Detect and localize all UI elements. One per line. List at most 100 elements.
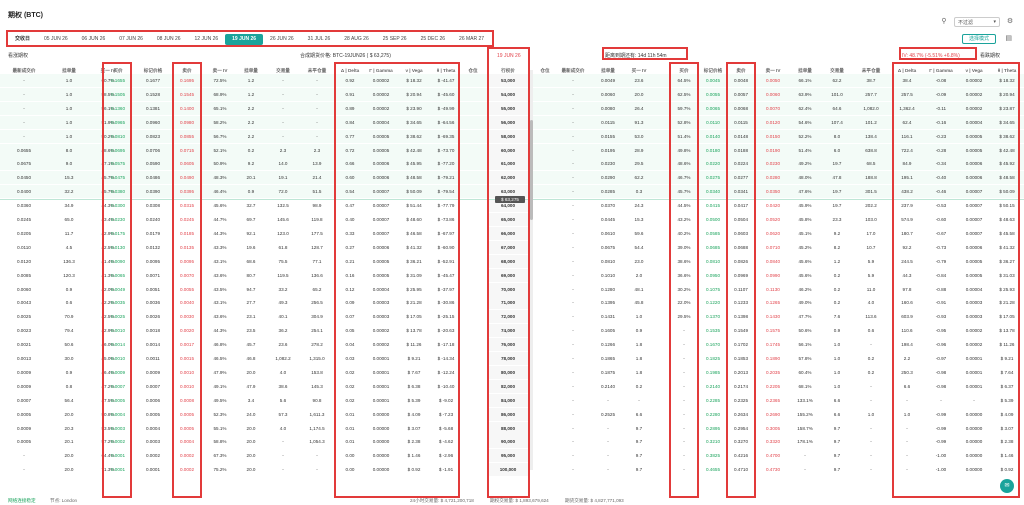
put-cell[interactable]: 0.2895 <box>700 422 726 435</box>
table-row[interactable]: -1.0 50.2% 0.0810 0.0823 0.0855 56.7% 2.2- -0.7… <box>0 129 1024 143</box>
table-row[interactable]: 0.0120 136.3 41.4% 0.0090 0.0095 0.0095 43.1% 6… <box>0 254 1024 268</box>
put-cell[interactable]: 0.0685 <box>700 241 726 254</box>
put-cell[interactable]: 0.0810 <box>700 255 726 268</box>
call-cell[interactable]: 0.0575 <box>100 157 136 170</box>
call-cell[interactable]: 0.0300 <box>100 199 136 212</box>
put-cell[interactable]: 0.2690 <box>758 408 788 421</box>
put-cell[interactable]: 0.0710 <box>758 241 788 254</box>
put-cell[interactable]: 0.1745 <box>758 338 788 351</box>
call-cell[interactable]: 0.0065 <box>100 269 136 282</box>
call-cell[interactable]: 0.0810 <box>100 130 136 143</box>
table-row[interactable]: 0.0007 56.4 47.5% 0.0005 0.0006 0.0008 49.5% 3.… <box>0 393 1024 407</box>
date-tab-6[interactable]: 19 JUN 26 <box>225 33 264 45</box>
put-cell[interactable]: 0.1670 <box>700 338 726 351</box>
put-cell[interactable]: 0.0350 <box>758 185 788 198</box>
call-cell[interactable]: 0.0605 <box>170 157 204 170</box>
date-tab-5[interactable]: 12 JUN 26 <box>188 34 226 45</box>
call-cell[interactable]: 0.0049 <box>100 283 136 296</box>
put-cell[interactable]: 0.0950 <box>700 269 726 282</box>
call-cell[interactable]: 0.0010 <box>170 366 204 379</box>
call-cell[interactable]: 0.0002 <box>170 463 204 476</box>
table-row[interactable]: 0.0023 79.4 42.9% 0.0010 0.0018 0.0020 44.3% 23… <box>0 324 1024 338</box>
put-cell[interactable]: 0.0140 <box>700 130 726 143</box>
call-cell[interactable]: 0.0001 <box>100 463 136 476</box>
call-cell[interactable]: 0.0185 <box>170 227 204 240</box>
call-cell[interactable]: 0.0004 <box>100 408 136 421</box>
put-cell[interactable]: 0.1265 <box>758 296 788 309</box>
put-cell[interactable]: 0.0220 <box>700 157 726 170</box>
call-cell[interactable]: 0.0055 <box>170 283 204 296</box>
put-cell[interactable]: 0.2205 <box>758 380 788 393</box>
put-cell[interactable]: 0.0990 <box>758 269 788 282</box>
call-cell[interactable]: 0.0715 <box>170 144 204 157</box>
filter-select[interactable]: 不过滤 ▾ <box>954 17 1000 27</box>
call-cell[interactable]: 0.0395 <box>170 185 204 198</box>
call-cell[interactable]: 0.0007 <box>100 380 136 393</box>
call-cell[interactable]: 0.0002 <box>100 435 136 448</box>
call-cell[interactable]: 0.0380 <box>100 185 136 198</box>
put-cell[interactable]: 0.2285 <box>700 394 726 407</box>
put-cell[interactable]: 0.1825 <box>700 352 726 365</box>
call-cell[interactable]: 0.0010 <box>100 352 136 365</box>
call-cell[interactable]: 0.0245 <box>170 213 204 226</box>
put-cell[interactable]: 0.0840 <box>758 255 788 268</box>
table-row[interactable]: 0.0025 70.9 42.5% 0.0025 0.0026 0.0030 43.6% 23… <box>0 310 1024 324</box>
put-cell[interactable]: 0.0120 <box>758 116 788 129</box>
call-cell[interactable]: 0.0175 <box>100 227 136 240</box>
call-cell[interactable]: 0.0035 <box>100 296 136 309</box>
call-cell[interactable]: 0.0020 <box>170 324 204 337</box>
put-cell[interactable]: 0.2280 <box>700 408 726 421</box>
put-cell[interactable]: 0.1430 <box>758 310 788 323</box>
call-cell[interactable]: 0.0002 <box>170 449 204 462</box>
put-cell[interactable]: 0.3320 <box>758 435 788 448</box>
put-cell[interactable]: 0.0500 <box>700 213 726 226</box>
call-cell[interactable]: 0.0014 <box>100 338 136 351</box>
put-cell[interactable]: 0.1370 <box>700 310 726 323</box>
put-cell[interactable]: 0.1890 <box>758 352 788 365</box>
call-cell[interactable]: 0.0230 <box>100 213 136 226</box>
scrollbar-thumb[interactable] <box>530 120 533 220</box>
call-cell[interactable]: 0.0315 <box>170 199 204 212</box>
date-tab-9[interactable]: 28 AUG 26 <box>337 34 375 45</box>
put-cell[interactable]: 0.0070 <box>758 102 788 115</box>
call-cell[interactable]: 0.0090 <box>100 255 136 268</box>
call-cell[interactable]: 0.1695 <box>170 74 204 87</box>
put-cell[interactable]: 0.1535 <box>700 324 726 337</box>
layout-icon[interactable]: ▤ <box>1005 34 1012 42</box>
put-cell[interactable]: 0.0060 <box>758 88 788 101</box>
date-tab-10[interactable]: 25 SEP 26 <box>376 34 414 45</box>
call-cell[interactable]: 0.0475 <box>100 171 136 184</box>
table-row[interactable]: 0.0013 30.0 45.0% 0.0010 0.0011 0.0015 46.5% 46… <box>0 352 1024 365</box>
mode-select-button[interactable]: 选择模式 <box>961 34 996 44</box>
call-cell[interactable]: 0.0855 <box>170 130 204 143</box>
table-row[interactable]: -1.0 58.5% 0.1505 0.1528 0.1545 68.9% 1.2- -0.9… <box>0 87 1024 101</box>
table-row[interactable]: 0.0043 0.6 42.2% 0.0035 0.0036 0.0040 43.1% 27.… <box>0 296 1024 310</box>
call-cell[interactable]: 0.0030 <box>170 310 204 323</box>
date-tab-2[interactable]: 06 JUN 26 <box>75 34 113 45</box>
put-cell[interactable]: 0.1130 <box>758 283 788 296</box>
put-cell[interactable]: 0.0050 <box>758 74 788 87</box>
put-cell[interactable]: 0.0065 <box>700 102 726 115</box>
call-cell[interactable]: 0.0135 <box>170 241 204 254</box>
put-cell[interactable]: 0.0280 <box>758 171 788 184</box>
call-cell[interactable]: 0.1545 <box>170 88 204 101</box>
call-cell[interactable]: 0.0095 <box>170 255 204 268</box>
put-cell[interactable]: 0.3005 <box>758 422 788 435</box>
call-cell[interactable]: 0.0009 <box>100 366 136 379</box>
table-row[interactable]: -20.0 71.3% 0.0001 0.0001 0.0002 75.2% 20.0- -0… <box>0 463 1024 477</box>
call-cell[interactable]: 0.0017 <box>170 338 204 351</box>
put-cell[interactable]: 0.0230 <box>758 157 788 170</box>
call-cell[interactable]: 0.0695 <box>100 144 136 157</box>
put-cell[interactable]: 0.2140 <box>700 380 726 393</box>
put-cell[interactable]: 0.0110 <box>700 116 726 129</box>
call-cell[interactable]: 0.0005 <box>170 408 204 421</box>
put-cell[interactable]: 0.0275 <box>700 171 726 184</box>
table-row[interactable]: 0.0245 65.0 43.4% 0.0230 0.0240 0.0245 44.7% 69… <box>0 213 1024 226</box>
put-cell[interactable]: 0.0150 <box>758 130 788 143</box>
table-row[interactable]: 0.0450 15.3 45.7% 0.0475 0.0486 0.0490 48.3% 20… <box>0 171 1024 185</box>
put-cell[interactable]: 0.0045 <box>700 74 726 87</box>
call-cell[interactable]: 0.0490 <box>170 171 204 184</box>
call-cell[interactable]: 0.0010 <box>170 380 204 393</box>
call-cell[interactable]: 0.0005 <box>170 422 204 435</box>
table-row[interactable]: -20.0 64.4% 0.0001 0.0002 0.0002 67.3% 20.0- -0… <box>0 449 1024 463</box>
